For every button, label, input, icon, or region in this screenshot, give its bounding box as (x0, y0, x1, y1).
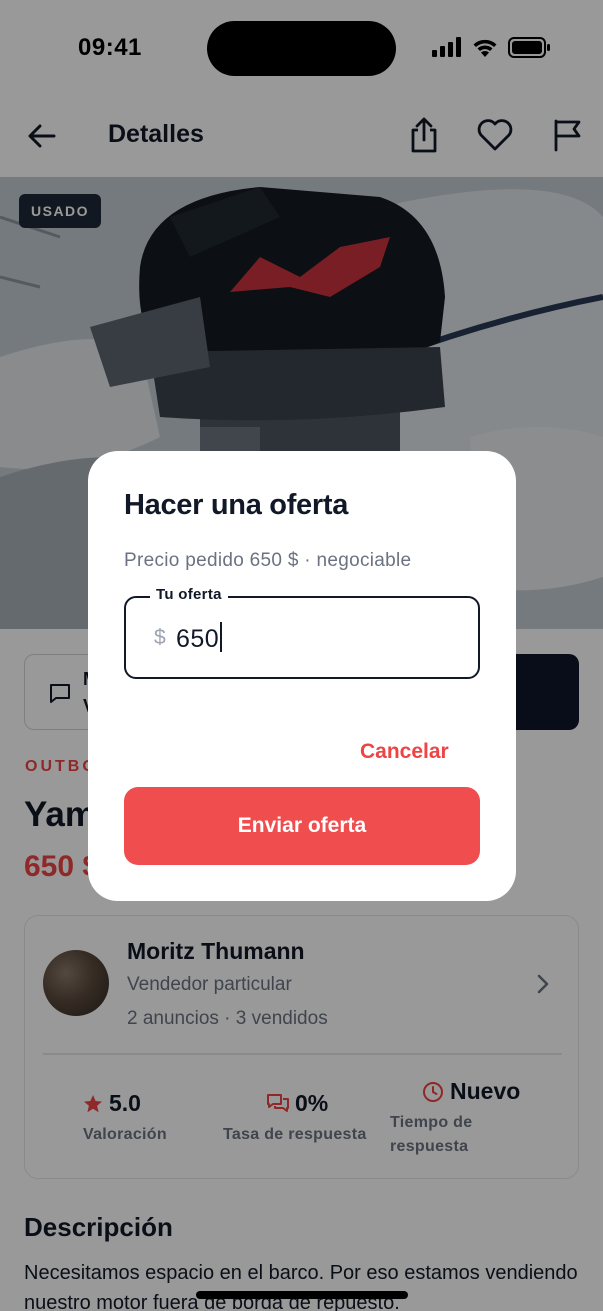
home-indicator[interactable] (196, 1291, 408, 1299)
cancel-button[interactable]: Cancelar (360, 740, 449, 764)
offer-amount-value[interactable]: 650 (176, 622, 223, 654)
asking-price: Precio pedido 650 $ · negociable (124, 550, 412, 571)
send-offer-label: Enviar oferta (237, 814, 367, 837)
offer-field-label: Tu oferta (150, 586, 228, 603)
dialog-title: Hacer una oferta (124, 489, 349, 521)
text-cursor (220, 622, 223, 652)
make-offer-dialog: Hacer una oferta Precio pedido 650 $ · n… (88, 451, 516, 901)
currency-symbol: $ (154, 626, 166, 649)
offer-amount-input[interactable]: Tu oferta $ 650 (124, 586, 480, 679)
send-offer-button[interactable]: Enviar oferta (124, 787, 480, 865)
